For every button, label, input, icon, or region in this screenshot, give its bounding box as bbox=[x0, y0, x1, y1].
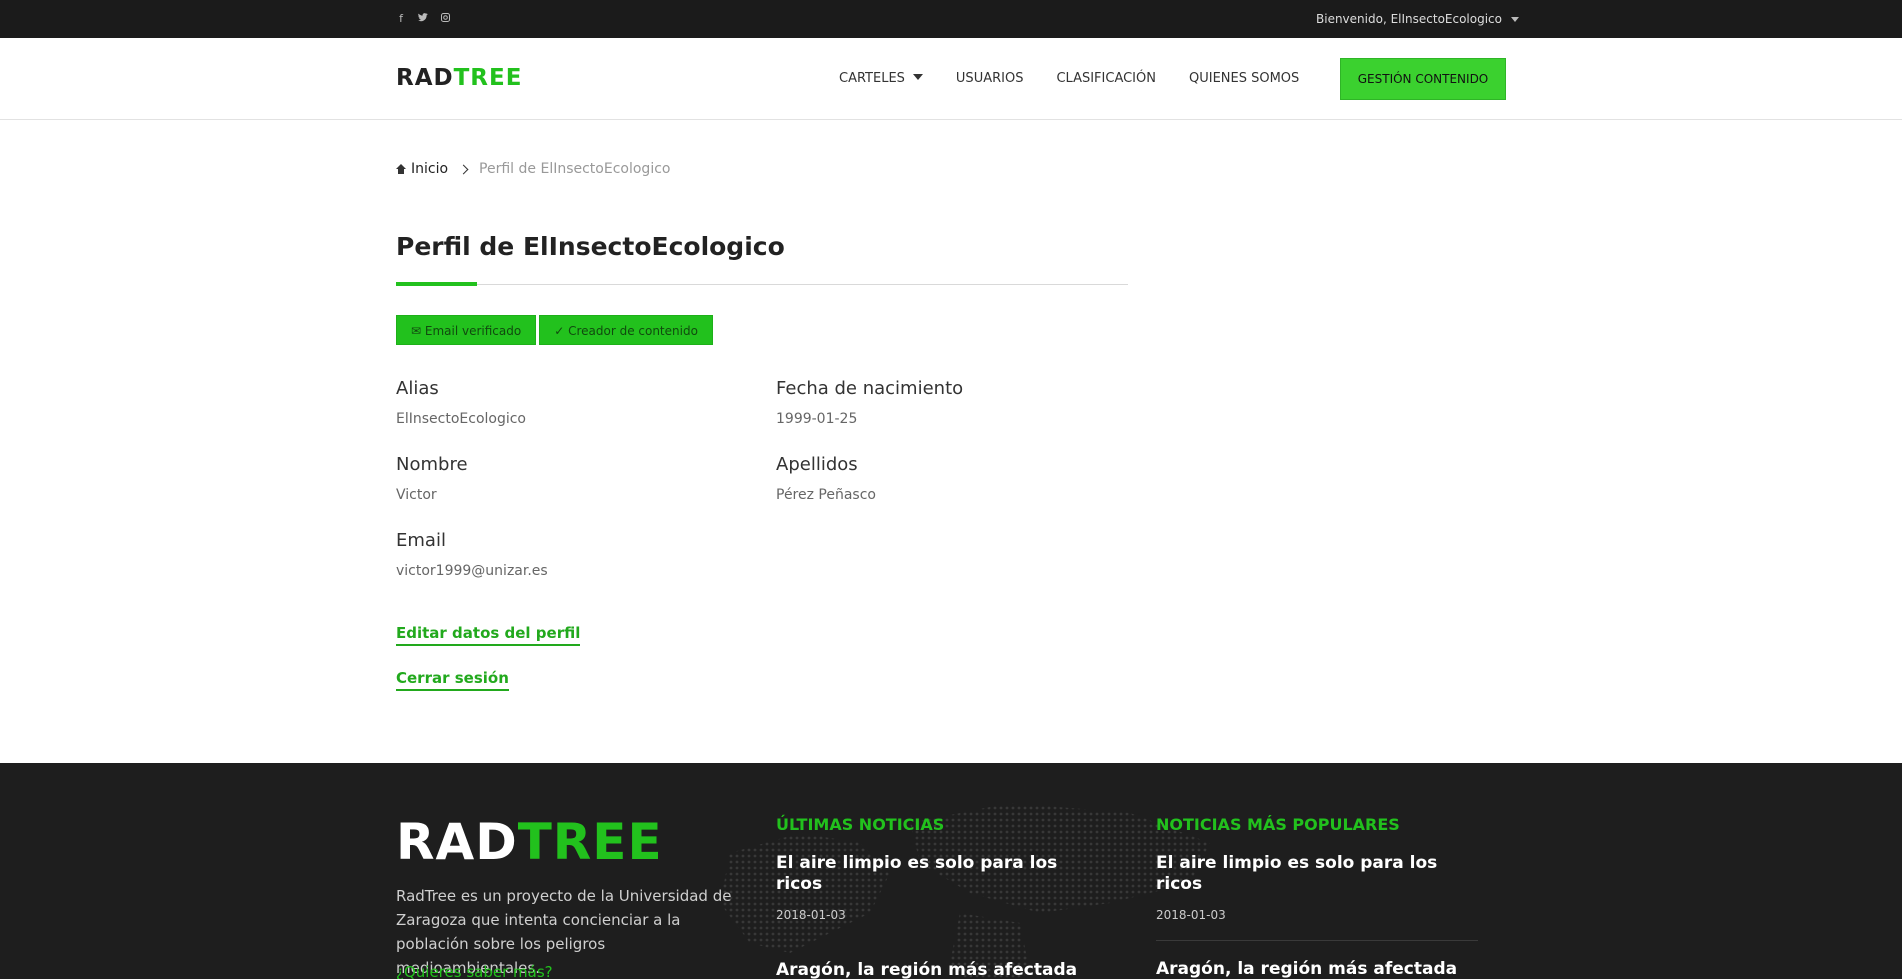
logo-text-black: RAD bbox=[396, 65, 454, 91]
popular-news-heading: NOTICIAS MÁS POPULARES bbox=[1156, 815, 1400, 834]
nav-item-carteles[interactable]: CARTELES bbox=[839, 71, 923, 86]
field-value: Victor bbox=[396, 487, 437, 503]
nav-item-clasificacion[interactable]: CLASIFICACIÓN bbox=[1056, 71, 1156, 86]
field-label: Alias bbox=[396, 378, 439, 399]
field-label: Nombre bbox=[396, 454, 468, 475]
check-icon: ✓ bbox=[554, 324, 569, 338]
learn-more-link[interactable]: ¿Quieres saber más? bbox=[396, 963, 553, 979]
field-value: 1999-01-25 bbox=[776, 411, 858, 427]
news-item-date: 2018-01-03 bbox=[776, 908, 846, 922]
news-item-title[interactable]: El aire limpio es solo para los ricos bbox=[776, 853, 1098, 895]
field-label: Apellidos bbox=[776, 454, 858, 475]
field-alias: Alias ElInsectoEcologico bbox=[396, 378, 526, 427]
twitter-icon[interactable] bbox=[418, 12, 428, 25]
nav-item-quienes-somos[interactable]: QUIENES SOMOS bbox=[1189, 71, 1299, 86]
facebook-icon[interactable]: f bbox=[396, 12, 406, 25]
footer: RADTREE RadTree es un proyecto de la Uni… bbox=[0, 763, 1902, 979]
field-label: Email bbox=[396, 530, 446, 551]
latest-news-column: ÚLTIMAS NOTICIAS El aire limpio es solo … bbox=[776, 815, 1098, 979]
edit-profile-link[interactable]: Editar datos del perfil bbox=[396, 624, 581, 646]
news-item-title[interactable]: El aire limpio es solo para los ricos bbox=[1156, 853, 1478, 895]
title-divider bbox=[396, 284, 1128, 285]
home-icon bbox=[396, 164, 406, 174]
news-item-title[interactable]: Aragón, la región más afectada por la co… bbox=[1156, 959, 1478, 979]
footer-logo[interactable]: RADTREE bbox=[396, 813, 663, 871]
breadcrumb-current: Perfil de ElInsectoEcologico bbox=[479, 161, 671, 177]
top-bar: f Bienvenido, ElInsectoEcologico bbox=[0, 0, 1902, 38]
gestion-contenido-button[interactable]: GESTIÓN CONTENIDO bbox=[1340, 58, 1506, 100]
email-verified-badge: ✉ Email verificado bbox=[396, 315, 537, 345]
field-birthdate: Fecha de nacimiento 1999-01-25 bbox=[776, 378, 963, 427]
popular-news-column: NOTICIAS MÁS POPULARES El aire limpio es… bbox=[1156, 815, 1478, 979]
logo-text-white: RAD bbox=[396, 813, 518, 871]
badge-label: Creador de contenido bbox=[568, 324, 698, 338]
field-value: ElInsectoEcologico bbox=[396, 411, 526, 427]
profile-badges: ✉ Email verificado ✓ Creador de contenid… bbox=[396, 315, 713, 345]
instagram-icon[interactable] bbox=[440, 12, 450, 25]
main-header: RADTREE CARTELES USUARIOS CLASIFICACIÓN … bbox=[0, 38, 1902, 120]
envelope-icon: ✉ bbox=[411, 324, 425, 338]
news-divider bbox=[1156, 940, 1478, 941]
field-email: Email victor1999@unizar.es bbox=[396, 530, 548, 579]
field-label: Fecha de nacimiento bbox=[776, 378, 964, 399]
page-title: Perfil de ElInsectoEcologico bbox=[396, 232, 785, 261]
logo-text-green: TREE bbox=[517, 813, 663, 871]
chevron-right-icon bbox=[458, 164, 469, 174]
chevron-down-icon bbox=[912, 73, 923, 80]
social-links: f bbox=[396, 12, 450, 25]
chevron-down-icon[interactable] bbox=[1511, 17, 1519, 22]
latest-news-heading: ÚLTIMAS NOTICIAS bbox=[776, 815, 945, 834]
news-item-title[interactable]: Aragón, la región más afectada por la co… bbox=[776, 960, 1098, 979]
content-creator-badge: ✓ Creador de contenido bbox=[539, 315, 713, 345]
breadcrumb: Inicio Perfil de ElInsectoEcologico bbox=[396, 161, 670, 177]
field-value: Pérez Peñasco bbox=[776, 487, 876, 503]
nav-label: CARTELES bbox=[839, 71, 905, 86]
field-value: victor1999@unizar.es bbox=[396, 563, 548, 579]
news-item-date: 2018-01-03 bbox=[1156, 908, 1226, 922]
welcome-user-menu[interactable]: Bienvenido, ElInsectoEcologico bbox=[1316, 12, 1502, 26]
badge-label: Email verificado bbox=[424, 324, 522, 338]
field-nombre: Nombre Victor bbox=[396, 454, 468, 503]
nav-item-usuarios[interactable]: USUARIOS bbox=[956, 71, 1024, 86]
main-nav: CARTELES USUARIOS CLASIFICACIÓN QUIENES … bbox=[839, 71, 1332, 86]
logout-link[interactable]: Cerrar sesión bbox=[396, 669, 509, 691]
field-apellidos: Apellidos Pérez Peñasco bbox=[776, 454, 876, 503]
title-accent-bar bbox=[396, 282, 477, 286]
breadcrumb-home-link[interactable]: Inicio bbox=[411, 161, 448, 177]
logo-text-green: TREE bbox=[453, 65, 523, 91]
site-logo[interactable]: RADTREE bbox=[396, 65, 522, 91]
